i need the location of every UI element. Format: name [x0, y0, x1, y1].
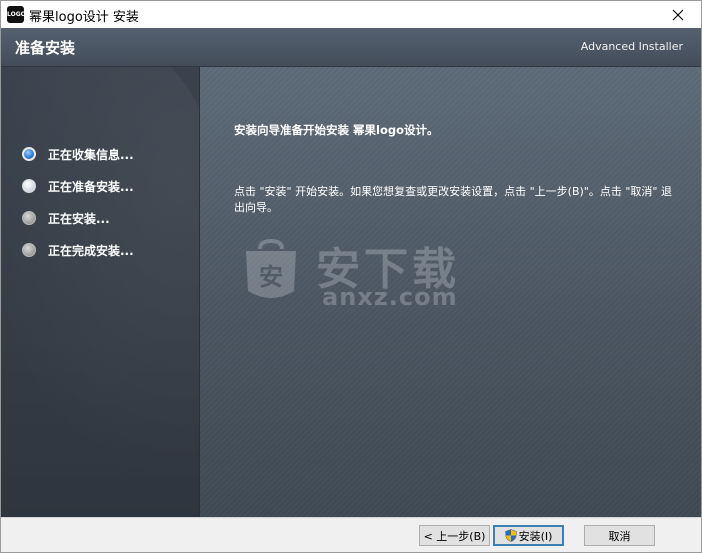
button-bar: < 上一步(B) 安装(I) 取消 [1, 517, 701, 552]
content-pane: 安装向导准备开始安装 幂果logo设计。 点击 "安装" 开始安装。如果您想复查… [200, 67, 701, 517]
step-label: 正在完成安装... [48, 243, 134, 258]
watermark-domain: anxz.com [322, 283, 458, 311]
step-disabled-bullet-icon [22, 211, 36, 225]
step-pending-bullet-icon [22, 179, 36, 193]
step-active-bullet-icon [22, 147, 36, 161]
step-prepare-install: 正在准备安装... [22, 176, 134, 196]
step-finishing: 正在完成安装... [22, 240, 134, 260]
page-header: 准备安装 Advanced Installer [1, 28, 701, 67]
install-button[interactable]: 安装(I) [493, 525, 564, 546]
close-icon [672, 9, 684, 20]
svg-text:安: 安 [259, 263, 283, 291]
shield-bag-icon: 安 [246, 239, 296, 298]
title-bar: LOGO 幂果logo设计 安装 [1, 1, 701, 28]
cancel-button-label: 取消 [608, 529, 631, 543]
app-logo-icon: LOGO [7, 6, 26, 23]
uac-shield-icon [504, 529, 517, 542]
step-label: 正在安装... [48, 211, 110, 226]
welcome-heading: 安装向导准备开始安装 幂果logo设计。 [234, 123, 439, 137]
back-button-label: < 上一步(B) [423, 529, 486, 543]
site-watermark: 安 安下载 anxz.com [242, 235, 502, 325]
step-collect-info: 正在收集信息... [22, 144, 134, 164]
install-button-label: 安装(I) [518, 529, 553, 543]
step-disabled-bullet-icon [22, 243, 36, 257]
page-title: 准备安装 [15, 39, 76, 57]
brand-label: Advanced Installer [580, 40, 683, 53]
cancel-button[interactable]: 取消 [584, 525, 655, 546]
step-installing: 正在安装... [22, 208, 110, 228]
step-label: 正在准备安装... [48, 179, 134, 194]
steps-pane: 正在收集信息... 正在准备安装... 正在安装... 正在完成安装... [1, 67, 200, 517]
instructions-text: 点击 "安装" 开始安装。如果您想复查或更改安装设置，点击 "上一步(B)"。点… [234, 185, 672, 214]
step-label: 正在收集信息... [48, 147, 134, 162]
close-button[interactable] [655, 1, 701, 28]
window-title: 幂果logo设计 安装 [29, 10, 139, 25]
installer-window: LOGO 幂果logo设计 安装 准备安装 Advanced Installer… [0, 0, 702, 553]
back-button[interactable]: < 上一步(B) [419, 525, 490, 546]
